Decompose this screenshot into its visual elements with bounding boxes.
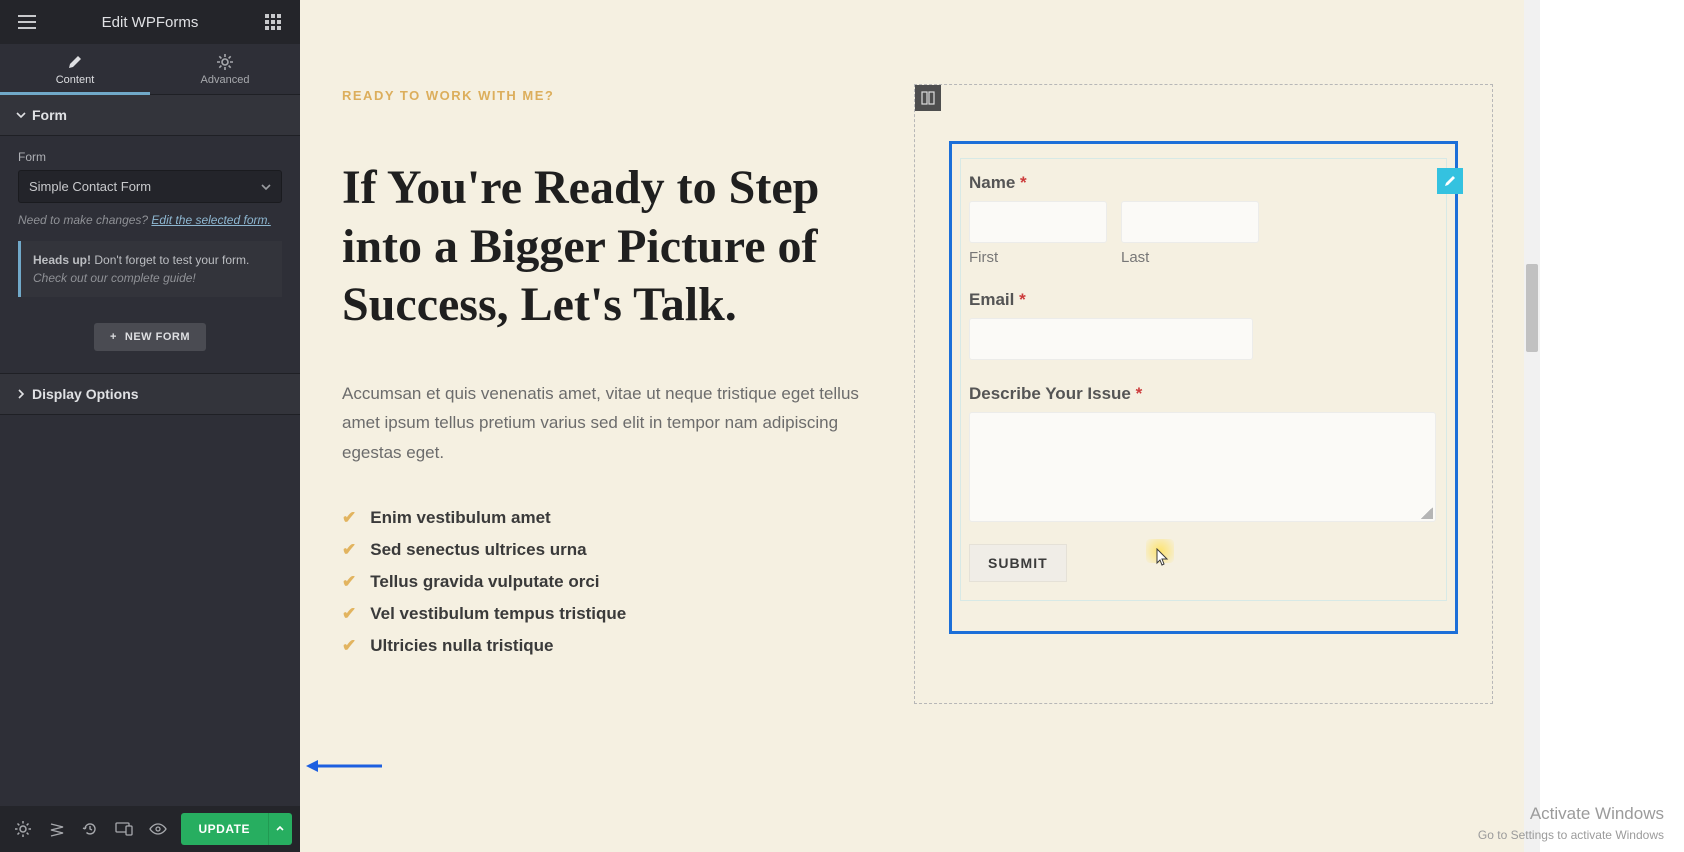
preview-canvas: READY TO WORK WITH ME? If You're Ready t… [300,0,1524,852]
check-icon: ✔ [342,636,356,656]
navigator-button[interactable] [42,812,72,846]
sublabel-first: First [969,249,1107,266]
form-notice: Heads up! Don't forget to test your form… [18,241,282,297]
sidebar-tabs: Content Advanced [0,44,300,94]
sublabel-last: Last [1121,249,1259,266]
section-title: Display Options [32,386,139,402]
plus-icon: + [110,331,117,343]
chevron-down-icon [261,182,271,192]
update-caret-button[interactable] [268,813,292,845]
responsive-button[interactable] [109,812,139,846]
page-heading: If You're Ready to Step into a Bigger Pi… [342,159,862,335]
apps-grid-icon[interactable] [258,14,288,30]
sidebar-footer: UPDATE [0,806,300,852]
scrollbar-thumb[interactable] [1526,264,1538,352]
list-item: ✔Enim vestibulum amet [342,508,862,528]
submit-button[interactable]: SUBMIT [969,544,1067,582]
column-edit-handle[interactable] [915,85,941,111]
selected-widget[interactable]: Name * First Last Em [949,141,1458,634]
page-scrollbar[interactable] [1524,0,1540,852]
section-display-header[interactable]: Display Options [0,373,300,415]
sidebar-header: Edit WPForms [0,0,300,44]
content-left-column: READY TO WORK WITH ME? If You're Ready t… [342,88,862,668]
tab-content[interactable]: Content [0,44,150,94]
windows-activate-watermark: Activate Windows Go to Settings to activ… [1478,804,1664,842]
annotation-arrow [304,757,384,775]
last-name-input[interactable] [1121,201,1259,243]
new-form-button[interactable]: + NEW FORM [94,323,206,351]
check-icon: ✔ [342,604,356,624]
edit-form-link[interactable]: Edit the selected form. [151,213,270,227]
preview-button[interactable] [143,812,173,846]
wpforms-form: Name * First Last Em [960,158,1447,601]
form-panel-body: Form Simple Contact Form Need to make ch… [0,136,300,369]
section-form-header[interactable]: Form [0,94,300,136]
caret-down-icon [16,110,32,120]
menu-icon[interactable] [12,15,42,29]
page-paragraph: Accumsan et quis venenatis amet, vitae u… [342,379,862,468]
update-button[interactable]: UPDATE [181,813,268,845]
check-icon: ✔ [342,572,356,592]
sidebar-title: Edit WPForms [42,14,258,31]
check-icon: ✔ [342,540,356,560]
app-root: Edit WPForms Content Advanced [0,0,1524,852]
field-label-issue: Describe Your Issue * [969,384,1438,404]
tab-label: Advanced [201,74,250,86]
elementor-sidebar: Edit WPForms Content Advanced [0,0,300,852]
first-name-input[interactable] [969,201,1107,243]
settings-button[interactable] [8,812,38,846]
update-button-group: UPDATE [181,813,292,845]
tab-advanced[interactable]: Advanced [150,44,300,94]
widget-dashed-outline[interactable]: Name * First Last Em [914,84,1493,704]
tab-label: Content [56,74,95,86]
list-item: ✔Tellus gravida vulputate orci [342,572,862,592]
form-widget-column: Name * First Last Em [914,84,1493,704]
pencil-icon [0,54,150,70]
form-select-label: Form [18,150,282,164]
form-hint: Need to make changes? Edit the selected … [18,213,282,227]
edit-widget-handle[interactable] [1437,168,1463,194]
list-item: ✔Ultricies nulla tristique [342,636,862,656]
button-label: NEW FORM [125,331,190,343]
list-item: ✔Sed senectus ultrices urna [342,540,862,560]
select-value: Simple Contact Form [29,179,151,194]
feature-list: ✔Enim vestibulum amet ✔Sed senectus ultr… [342,508,862,656]
history-button[interactable] [75,812,105,846]
list-item: ✔Vel vestibulum tempus tristique [342,604,862,624]
email-input[interactable] [969,318,1253,360]
caret-right-icon [16,389,32,399]
eyebrow-text: READY TO WORK WITH ME? [342,88,862,103]
field-label-email: Email * [969,290,1438,310]
field-label-name: Name * [969,173,1438,193]
check-icon: ✔ [342,508,356,528]
issue-textarea[interactable] [969,412,1436,522]
gear-icon [150,54,300,70]
section-title: Form [32,107,67,123]
form-select[interactable]: Simple Contact Form [18,170,282,203]
